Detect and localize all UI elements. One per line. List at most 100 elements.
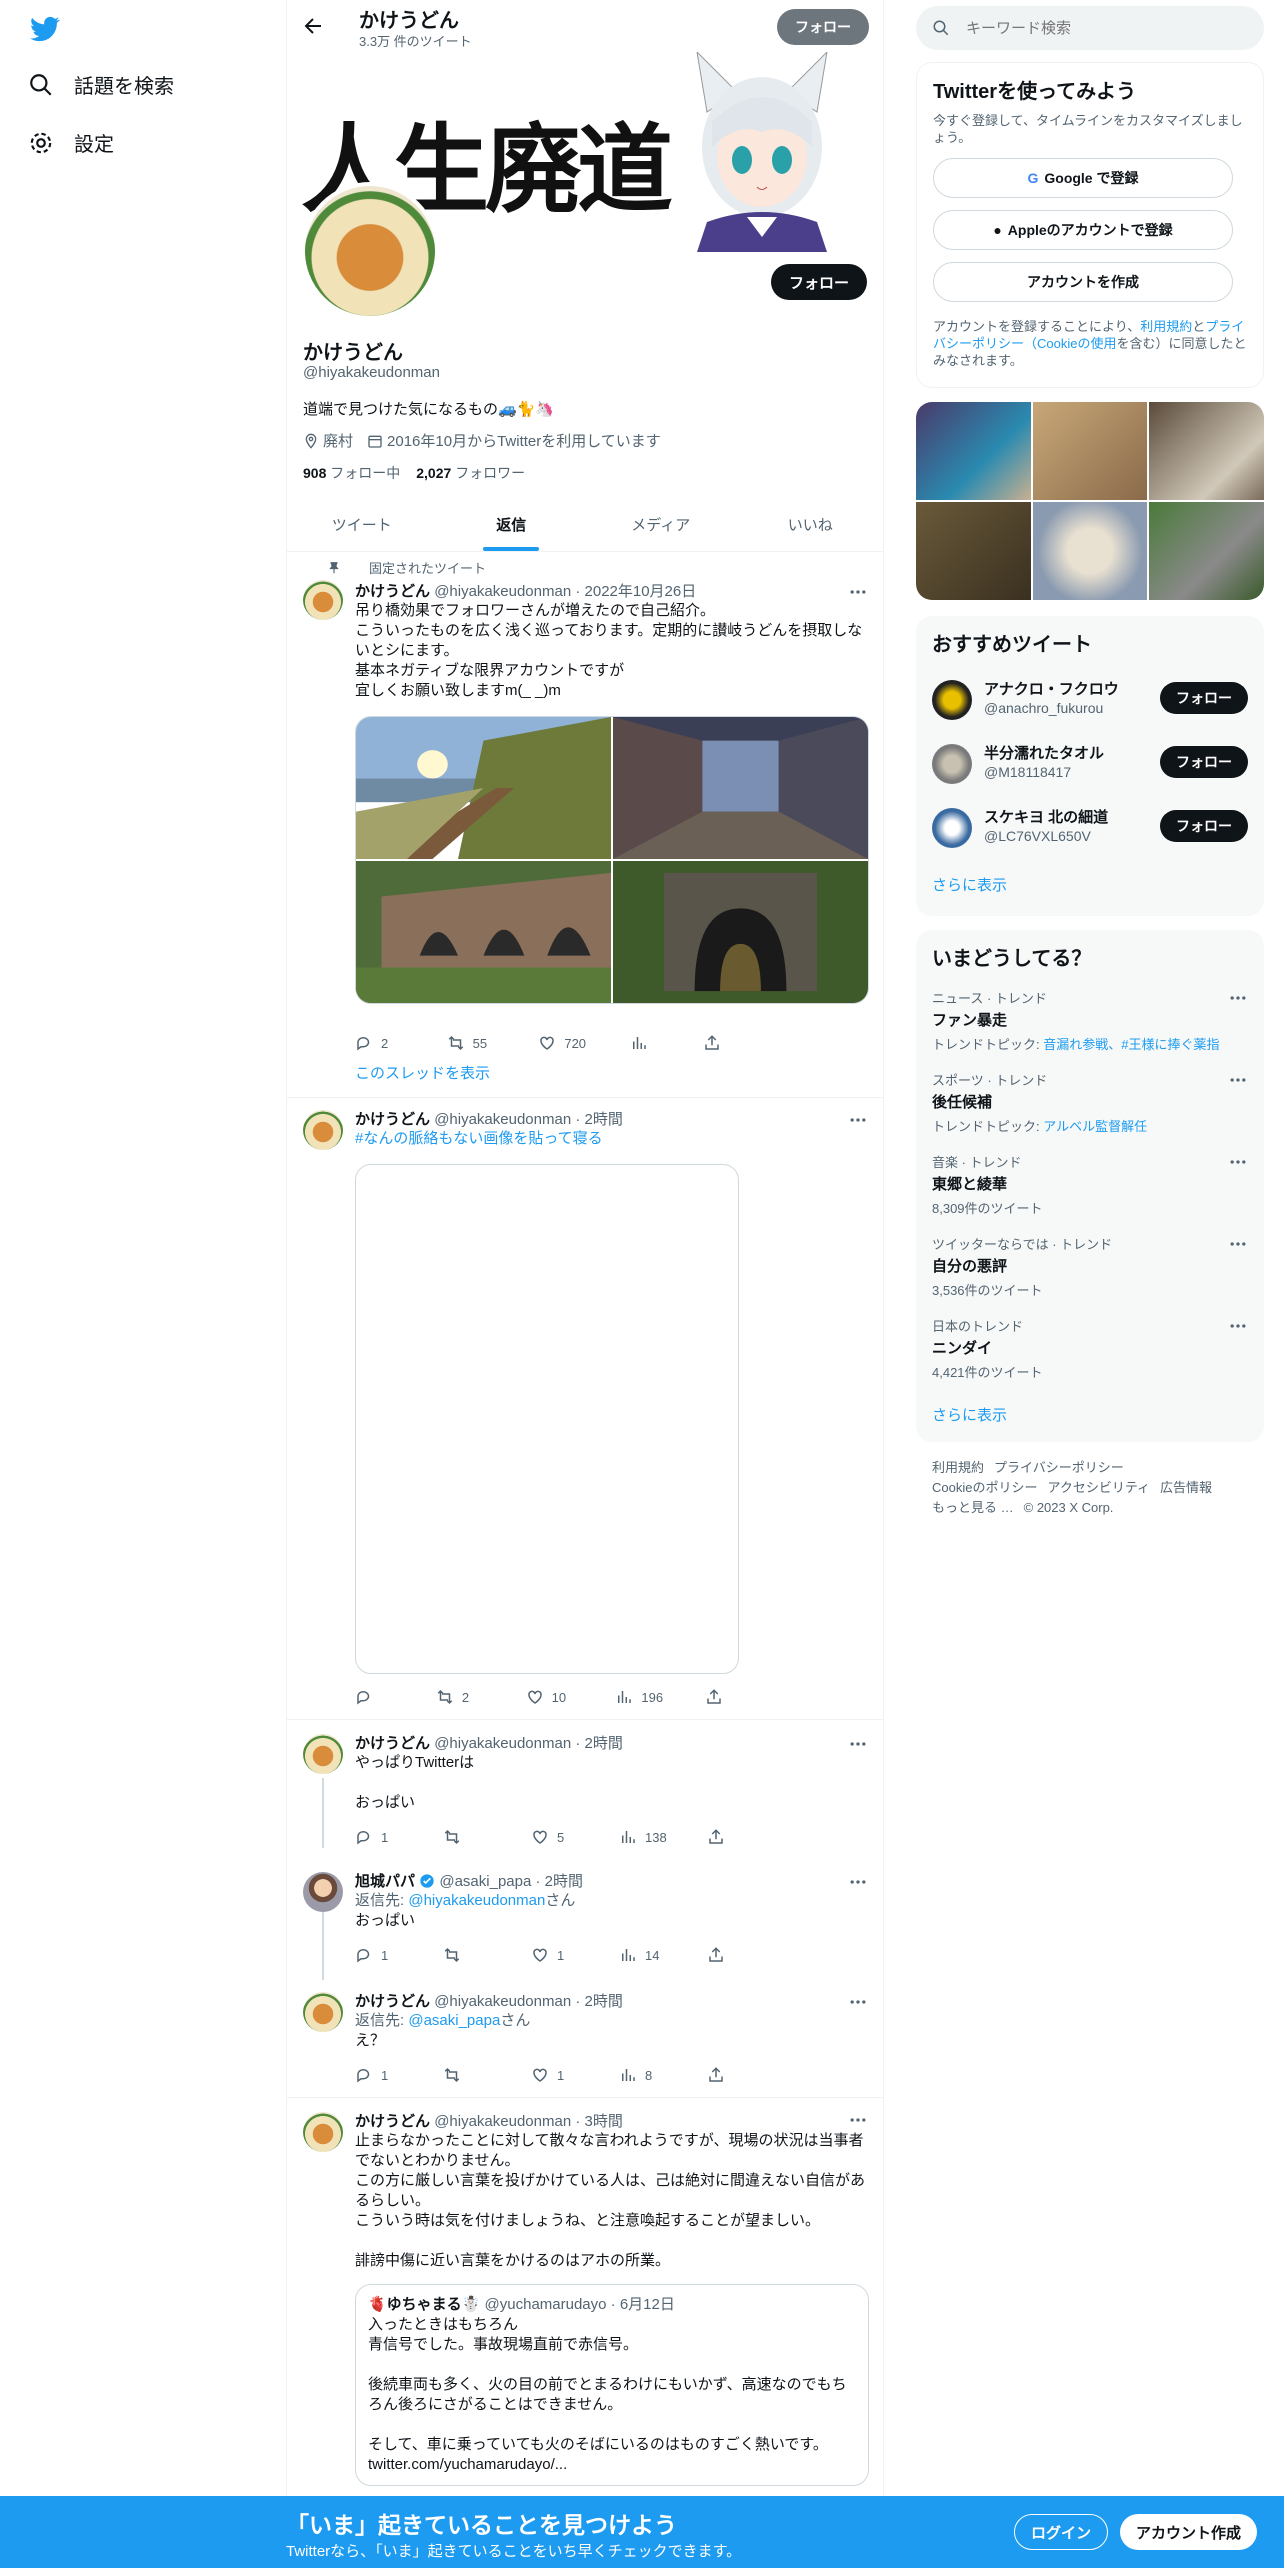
follow-button[interactable]: フォロー — [1160, 682, 1248, 714]
tweet[interactable]: かけうどん @hiyakakeudonman · 2時間 #なんの脈絡もない画像… — [287, 1098, 883, 1720]
trend-item[interactable]: 音楽 · トレンド 東郷と綾華 8,309件のツイート — [932, 1152, 1248, 1217]
tweet[interactable]: かけうどん @hiyakakeudonman · 3時間 止まらなかったことに対… — [287, 2098, 883, 2498]
photo-tunnel[interactable] — [613, 861, 868, 1003]
retweet-button[interactable] — [443, 2064, 531, 2086]
reply-button[interactable]: 2 — [355, 1032, 447, 1054]
trends-more-link[interactable]: さらに表示 — [932, 1404, 1007, 1425]
tab-likes[interactable]: いいね — [736, 498, 884, 551]
reply-to-link[interactable]: @hiyakakeudonman — [408, 1892, 545, 1909]
user-avatar[interactable] — [932, 680, 972, 720]
recommend-user[interactable]: 半分濡れたタオル @M18118417 フォロー — [932, 740, 1248, 786]
apple-signup-button[interactable]: ● Appleのアカウントで登録 — [933, 210, 1233, 250]
retweet-button[interactable] — [443, 1944, 531, 1966]
tweet-media-placeholder[interactable] — [355, 1164, 739, 1674]
share-button[interactable] — [707, 2064, 795, 2086]
reply-button[interactable]: 1 — [355, 1826, 443, 1848]
like-button[interactable]: 1 — [531, 1944, 619, 1966]
retweet-button[interactable] — [443, 1826, 531, 1848]
photo-brick-ruins[interactable] — [356, 861, 611, 1003]
tweet-avatar[interactable] — [303, 1872, 343, 1912]
views-button[interactable]: 14 — [619, 1944, 707, 1966]
more-icon[interactable] — [1228, 1234, 1248, 1254]
followers-link[interactable]: 2,027 フォロワー — [416, 463, 525, 483]
analytics-button[interactable] — [630, 1032, 703, 1054]
following-link[interactable]: 908 フォロー中 — [303, 463, 400, 483]
recommend-more-link[interactable]: さらに表示 — [932, 874, 1007, 895]
follow-button[interactable]: フォロー — [1160, 810, 1248, 842]
profile-avatar[interactable] — [301, 182, 439, 320]
more-icon[interactable] — [1228, 1316, 1248, 1336]
footer-more[interactable]: もっと見る … — [932, 1500, 1014, 1515]
nav-explore[interactable]: 話題を検索 — [28, 70, 174, 99]
more-icon[interactable] — [1228, 988, 1248, 1008]
tweet-avatar[interactable] — [303, 1992, 343, 2032]
terms-link[interactable]: 利用規約 — [1140, 319, 1192, 334]
user-avatar[interactable] — [932, 744, 972, 784]
photo-thumb[interactable] — [1032, 502, 1148, 600]
search-input[interactable] — [966, 19, 1226, 37]
retweet-button[interactable]: 2 — [436, 1686, 526, 1708]
photo-thumb[interactable] — [916, 502, 1031, 600]
hashtag-link[interactable]: #なんの脈絡もない画像を貼って寝る — [355, 1129, 869, 1149]
footer-ads[interactable]: 広告情報 — [1160, 1480, 1212, 1495]
tweet-avatar[interactable] — [303, 580, 343, 620]
photo-thumb[interactable] — [1032, 402, 1148, 500]
signup-button[interactable]: アカウント作成 — [1120, 2514, 1258, 2550]
share-button[interactable] — [705, 1686, 795, 1708]
back-arrow-icon[interactable] — [301, 14, 325, 38]
twitter-bird-icon[interactable] — [28, 14, 62, 44]
views-button[interactable]: 196 — [615, 1686, 705, 1708]
trend-item[interactable]: ツイッターならでは · トレンド 自分の悪評 3,536件のツイート — [932, 1234, 1248, 1299]
share-button[interactable] — [707, 1944, 795, 1966]
share-button[interactable] — [703, 1032, 795, 1054]
reply-button[interactable]: 1 — [355, 2064, 443, 2086]
tweet[interactable]: 旭城パパ @asaki_papa · 2時間 返信先: @hiyakakeudo… — [287, 1864, 883, 1984]
follow-button[interactable]: フォロー — [770, 264, 867, 300]
views-button[interactable]: 8 — [619, 2064, 707, 2086]
tab-replies[interactable]: 返信 — [437, 498, 587, 551]
trend-topic-link[interactable]: アルベル監督解任 — [1043, 1119, 1147, 1134]
views-button[interactable]: 138 — [619, 1826, 707, 1848]
photo-thumb[interactable] — [916, 402, 1031, 500]
recommend-user[interactable]: スケキヨ 北の細道 @LC76VXL650V フォロー — [932, 804, 1248, 850]
trend-item[interactable]: 日本のトレンド ニンダイ 4,421件のツイート — [932, 1316, 1248, 1381]
retweet-button[interactable]: 55 — [447, 1032, 539, 1054]
follow-button[interactable]: フォロー — [1160, 746, 1248, 778]
tweet-media-grid[interactable] — [355, 716, 869, 1004]
recommend-user[interactable]: アナクロ・フクロウ @anachro_fukurou フォロー — [932, 676, 1248, 722]
photo-coast-railway[interactable] — [356, 717, 611, 859]
photo-abandoned-factory[interactable] — [613, 717, 868, 859]
create-account-button[interactable]: アカウントを作成 — [933, 262, 1233, 302]
login-button[interactable]: ログイン — [1014, 2514, 1109, 2550]
search-box[interactable] — [916, 6, 1264, 50]
like-button[interactable]: 10 — [526, 1686, 616, 1708]
tab-media[interactable]: メディア — [586, 498, 736, 551]
footer-privacy[interactable]: プライバシーポリシー — [994, 1460, 1124, 1475]
like-button[interactable]: 720 — [538, 1032, 630, 1054]
google-signup-button[interactable]: G Google で登録 — [933, 158, 1233, 198]
more-icon[interactable] — [1228, 1152, 1248, 1172]
footer-terms[interactable]: 利用規約 — [932, 1460, 984, 1475]
trend-topic-link[interactable]: 音漏れ参戦、#王様に捧ぐ薬指 — [1043, 1037, 1219, 1052]
like-button[interactable]: 5 — [531, 1826, 619, 1848]
nav-settings[interactable]: 設定 — [28, 128, 114, 157]
trend-item[interactable]: ニュース · トレンド ファン暴走 トレンドトピック: 音漏れ参戦、#王様に捧ぐ… — [932, 988, 1248, 1053]
reply-to-link[interactable]: @asaki_papa — [408, 2012, 500, 2029]
reply-button[interactable]: 1 — [355, 1944, 443, 1966]
header-follow-button[interactable]: フォロー — [777, 9, 869, 45]
tweet-avatar[interactable] — [303, 1734, 343, 1774]
show-thread-link[interactable]: このスレッドを表示 — [355, 1062, 490, 1083]
like-button[interactable]: 1 — [531, 2064, 619, 2086]
more-icon[interactable] — [1228, 1070, 1248, 1090]
user-avatar[interactable] — [932, 808, 972, 848]
tweet-avatar[interactable] — [303, 1110, 343, 1150]
footer-cookie[interactable]: Cookieのポリシー — [932, 1480, 1037, 1495]
tab-tweets[interactable]: ツイート — [287, 498, 437, 551]
trend-item[interactable]: スポーツ · トレンド 後任候補 トレンドトピック: アルベル監督解任 — [932, 1070, 1248, 1135]
tweet-avatar[interactable] — [303, 2112, 343, 2152]
share-button[interactable] — [707, 1826, 795, 1848]
reply-button[interactable] — [355, 1686, 436, 1708]
photo-thumb[interactable] — [1149, 402, 1264, 500]
footer-accessibility[interactable]: アクセシビリティ — [1047, 1480, 1150, 1495]
quoted-tweet[interactable]: 🫀ゆちゃまる☃️ @yuchamarudayo · 6月12日 入ったときはもち… — [355, 2284, 869, 2486]
